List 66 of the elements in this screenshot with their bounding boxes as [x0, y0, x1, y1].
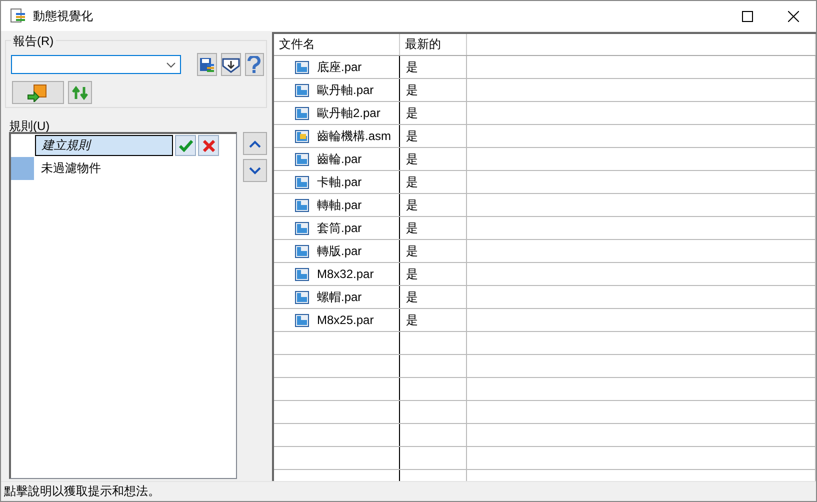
- refresh-icon: [71, 84, 89, 100]
- report-combo[interactable]: [11, 55, 181, 74]
- load-button[interactable]: [220, 53, 240, 76]
- column-header[interactable]: 最新的: [400, 34, 466, 56]
- rule-name-field[interactable]: 建立規則: [35, 135, 173, 156]
- maximize-icon: [742, 10, 752, 22]
- save-icon: [198, 56, 215, 72]
- part-icon: [295, 222, 309, 234]
- status-text: 點擊說明以獲取提示和想法。: [1, 481, 816, 501]
- part-icon: [295, 106, 309, 120]
- table-cell-text: 是: [405, 242, 419, 260]
- table-cell-text: 是: [405, 150, 419, 168]
- save-button[interactable]: [197, 53, 216, 76]
- file-name: 歐丹軸2.par: [317, 104, 380, 122]
- part-icon: [295, 268, 309, 280]
- table-cell-text: 是: [405, 174, 419, 190]
- close-icon: [788, 10, 798, 22]
- file-name: 齒輪機構.asm: [317, 128, 392, 144]
- rules-label: 規則(U): [9, 118, 51, 132]
- report-label: 報告(R): [11, 33, 56, 50]
- check-icon: [178, 140, 192, 152]
- file-name: 轉軸.par: [317, 196, 362, 214]
- move-up-button[interactable]: [243, 132, 267, 155]
- file-name: M8x32.par: [317, 267, 374, 281]
- part-icon: [295, 314, 309, 326]
- apply-button[interactable]: [12, 81, 64, 104]
- table-cell-text: 是: [405, 266, 419, 282]
- close-icon: [202, 140, 214, 152]
- caret-up-icon: [249, 140, 261, 148]
- file-name: 轉版.par: [317, 242, 362, 260]
- file-name: 底座.par: [317, 58, 362, 76]
- help-icon: [247, 56, 262, 74]
- cube-arrow-icon: [27, 84, 49, 102]
- part-icon: [295, 198, 309, 212]
- file-name: M8x25.par: [317, 313, 374, 327]
- table-cell-text: 是: [405, 220, 419, 236]
- part-icon: [295, 84, 309, 96]
- table-cell-text: 是: [405, 312, 419, 328]
- table-cell-text: 是: [405, 196, 419, 214]
- table-cell-text: 是: [405, 58, 419, 76]
- file-name: 套筒.par: [317, 220, 362, 236]
- table-cell-text: 是: [405, 128, 419, 144]
- table-cell-text: 是: [405, 104, 419, 122]
- assembly-icon: [295, 130, 309, 142]
- download-icon: [222, 56, 240, 72]
- move-down-button[interactable]: [243, 159, 267, 182]
- column-header[interactable]: 文件名: [274, 34, 400, 56]
- file-name: 齒輪.par: [317, 150, 362, 168]
- confirm-button[interactable]: [175, 135, 196, 156]
- part-icon: [295, 244, 309, 258]
- part-icon: [295, 152, 309, 166]
- file-name: 卡軸.par: [317, 174, 362, 190]
- file-name: 歐丹軸.par: [317, 82, 374, 98]
- cancel-button[interactable]: [198, 135, 219, 156]
- part-icon: [295, 176, 309, 188]
- help-button[interactable]: [244, 53, 264, 76]
- refresh-button[interactable]: [68, 81, 92, 104]
- table-cell-text: 是: [405, 82, 419, 98]
- caret-down-icon: [249, 166, 261, 174]
- file-name: 螺帽.par: [317, 288, 362, 306]
- window-title: 動態視覺化: [33, 8, 94, 24]
- part-icon: [295, 290, 309, 304]
- rule-item[interactable]: 未過濾物件: [34, 160, 101, 177]
- part-icon: [295, 60, 309, 74]
- app-icon: [10, 8, 26, 24]
- table-cell-text: 是: [405, 288, 419, 306]
